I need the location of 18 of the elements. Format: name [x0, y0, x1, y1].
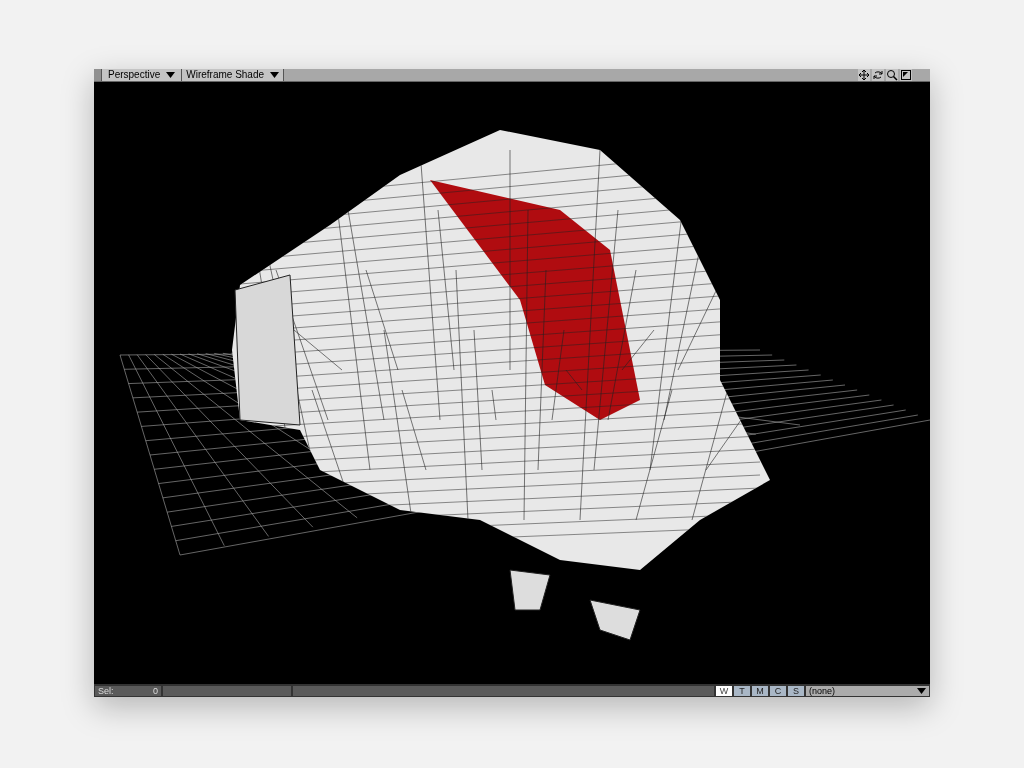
mode-toggle[interactable]: T — [733, 685, 751, 697]
mode-toggle[interactable]: S — [787, 685, 805, 697]
view-dropdown[interactable]: Perspective — [102, 69, 183, 81]
maximize-icon[interactable] — [900, 69, 912, 81]
dropdown-arrow-icon — [917, 688, 926, 694]
mode-toggle[interactable]: W — [715, 685, 733, 697]
dropdown-arrow-icon — [270, 72, 280, 78]
move-icon[interactable] — [858, 69, 870, 81]
mode-toggle[interactable]: C — [769, 685, 787, 697]
selection-label: Sel: — [98, 686, 114, 696]
mode-toggle[interactable]: M — [751, 685, 769, 697]
render-mode-dropdown[interactable]: Wireframe Shade — [182, 69, 285, 81]
rotate-icon[interactable] — [872, 69, 884, 81]
zoom-icon[interactable] — [886, 69, 898, 81]
toolbar-grip — [94, 69, 102, 81]
dropdown-arrow-icon — [166, 72, 176, 78]
surface-dropdown[interactable]: (none) — [805, 685, 930, 697]
selection-count: 0 — [153, 686, 158, 696]
